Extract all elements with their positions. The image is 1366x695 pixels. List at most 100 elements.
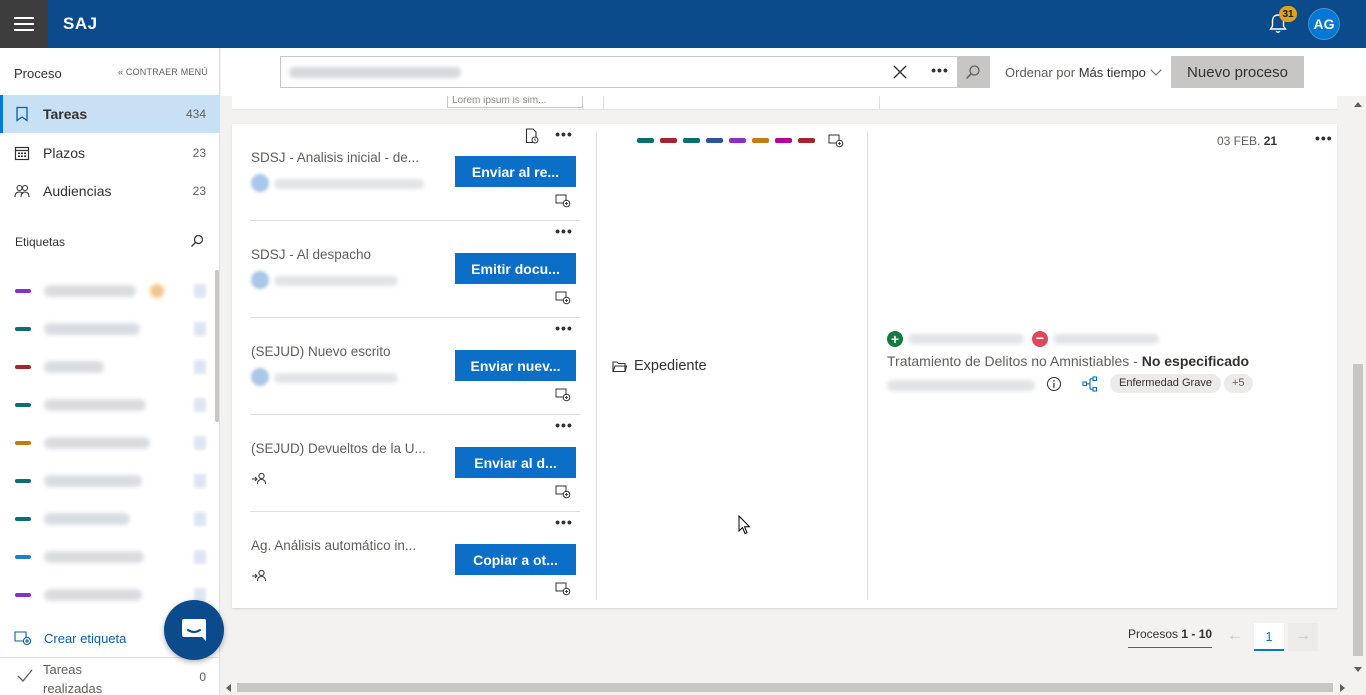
collapse-menu-button[interactable]: « CONTRAER MENÚ [118, 67, 208, 77]
tag-item[interactable] [0, 272, 212, 310]
add-tag-icon[interactable] [828, 134, 844, 148]
tag-color-pill[interactable] [637, 138, 654, 143]
add-tag-icon[interactable] [555, 194, 571, 208]
tag-count-redacted [194, 474, 206, 488]
command-bar: ••• Ordenar por Más tiempo Nuevo proceso [221, 48, 1366, 96]
process-title[interactable]: Tratamiento de Delitos no Amnistiables -… [887, 353, 1249, 369]
next-page-button[interactable]: → [1288, 623, 1318, 651]
tag-label-redacted [44, 285, 136, 297]
process-title-separator: - [1129, 353, 1142, 369]
tag-color-bar [15, 365, 31, 369]
tag-color-pill[interactable] [660, 138, 677, 143]
process-card[interactable]: ••• SDSJ - Analisis inicial - de... Envi… [232, 124, 1337, 608]
date-year: 21 [1263, 134, 1278, 148]
create-tag-button[interactable]: Crear etiqueta [14, 630, 126, 646]
horizontal-scrollbar[interactable] [221, 680, 1350, 695]
assign-user-icon[interactable] [251, 471, 267, 485]
tag-color-pill[interactable] [729, 138, 746, 143]
create-tag-label: Crear etiqueta [44, 630, 127, 646]
document-clock-icon[interactable] [525, 128, 539, 144]
add-tag-icon[interactable] [555, 388, 571, 402]
tag-item[interactable] [0, 348, 212, 386]
user-avatar[interactable]: AG [1308, 8, 1340, 40]
search-icon[interactable] [190, 234, 204, 248]
sidebar-item-plazos[interactable]: Plazos 23 [0, 134, 220, 172]
more-chips-button[interactable]: +5 [1224, 374, 1253, 393]
task-more-button[interactable]: ••• [554, 127, 574, 142]
tags-section-title: Etiquetas [15, 235, 66, 249]
task-action-button[interactable]: Enviar al re... [455, 156, 576, 187]
sidebar-item-label: Plazos [43, 145, 86, 161]
previous-page-button[interactable]: ← [1220, 623, 1250, 651]
scroll-left-arrow[interactable] [226, 684, 231, 692]
top-bar: SAJ 31 AG [0, 0, 1366, 48]
tag-item[interactable] [0, 500, 212, 538]
task-title[interactable]: (SEJUD) Nuevo escrito [251, 344, 436, 359]
process-date: 03 FEB. 21 [1217, 134, 1277, 148]
tag-item[interactable] [0, 424, 212, 462]
vertical-scrollbar[interactable] [1350, 96, 1366, 680]
tag-item[interactable] [0, 310, 212, 348]
tag-item[interactable] [0, 462, 212, 500]
hierarchy-icon[interactable] [1082, 376, 1098, 392]
tag-label-redacted [44, 399, 146, 411]
tag-color-pill[interactable] [752, 138, 769, 143]
menu-toggle-button[interactable] [0, 0, 48, 48]
add-tag-icon[interactable] [555, 582, 571, 596]
sidebar-item-tareas[interactable]: Tareas 434 [0, 95, 220, 133]
calendar-icon [14, 146, 30, 161]
tag-item[interactable] [0, 386, 212, 424]
tag-color-pill[interactable] [775, 138, 792, 143]
sidebar-item-audiencias[interactable]: Audiencias 23 [0, 172, 220, 210]
chat-button[interactable] [164, 600, 224, 660]
tag-item[interactable] [0, 538, 212, 576]
task-action-button[interactable]: Enviar nuev... [455, 350, 576, 381]
minus-circle-icon: − [1032, 331, 1048, 347]
task-more-button[interactable]: ••• [554, 321, 574, 336]
sort-dropdown[interactable]: Ordenar por Más tiempo [1005, 64, 1162, 80]
search-icon [965, 65, 980, 80]
completed-tasks-item[interactable]: Tareas realizadas 0 [0, 657, 220, 695]
description-snippet: Lorem ipsum is sim... [447, 96, 583, 108]
task-title[interactable]: Ag. Análisis automático in... [251, 538, 436, 553]
process-list: Lorem ipsum is sim... ••• SDSJ - Analisi… [221, 96, 1350, 680]
task-more-button[interactable]: ••• [554, 418, 574, 433]
scroll-thumb[interactable] [1353, 364, 1363, 656]
app-title: SAJ [63, 14, 98, 33]
sidebar-item-count: 23 [192, 184, 206, 198]
task-title[interactable]: SDSJ - Al despacho [251, 247, 436, 262]
people-icon [14, 184, 30, 198]
process-tags-strip[interactable] [637, 138, 815, 143]
search-input[interactable] [281, 57, 881, 87]
assign-user-icon[interactable] [251, 568, 267, 582]
scroll-up-arrow[interactable] [1354, 102, 1362, 107]
sidebar-scrollbar[interactable] [215, 270, 219, 422]
expediente-link[interactable]: Expediente [612, 358, 707, 374]
task-more-button[interactable]: ••• [554, 515, 574, 530]
task-title[interactable]: (SEJUD) Devueltos de la U... [251, 441, 436, 456]
search-button[interactable] [957, 57, 989, 87]
add-tag-icon[interactable] [555, 485, 571, 499]
task-action-button[interactable]: Emitir docu... [455, 253, 576, 284]
process-chip[interactable]: Enfermedad Grave [1110, 374, 1221, 393]
sidebar-item-label: Tareas [43, 106, 88, 122]
close-icon[interactable] [893, 65, 907, 79]
add-tag-icon[interactable] [555, 291, 571, 305]
card-more-button[interactable]: ••• [1315, 131, 1335, 146]
task-more-button[interactable]: ••• [554, 224, 574, 239]
scroll-right-arrow[interactable] [1340, 684, 1345, 692]
tag-color-pill[interactable] [798, 138, 815, 143]
previous-card-bottom: Lorem ipsum is sim... [232, 96, 1337, 110]
scroll-thumb[interactable] [237, 683, 1333, 692]
page-number-button[interactable]: 1 [1254, 623, 1284, 651]
info-icon[interactable] [1046, 376, 1062, 392]
tag-color-pill[interactable] [683, 138, 700, 143]
sort-prefix: Ordenar por [1005, 65, 1076, 80]
task-title[interactable]: SDSJ - Analisis inicial - de... [251, 150, 436, 165]
task-action-button[interactable]: Copiar a ot... [455, 544, 576, 575]
new-process-button[interactable]: Nuevo proceso [1171, 56, 1304, 88]
search-options-button[interactable]: ••• [929, 63, 951, 81]
tag-color-pill[interactable] [706, 138, 723, 143]
scroll-down-arrow[interactable] [1354, 667, 1362, 672]
task-action-button[interactable]: Enviar al d... [455, 447, 576, 478]
